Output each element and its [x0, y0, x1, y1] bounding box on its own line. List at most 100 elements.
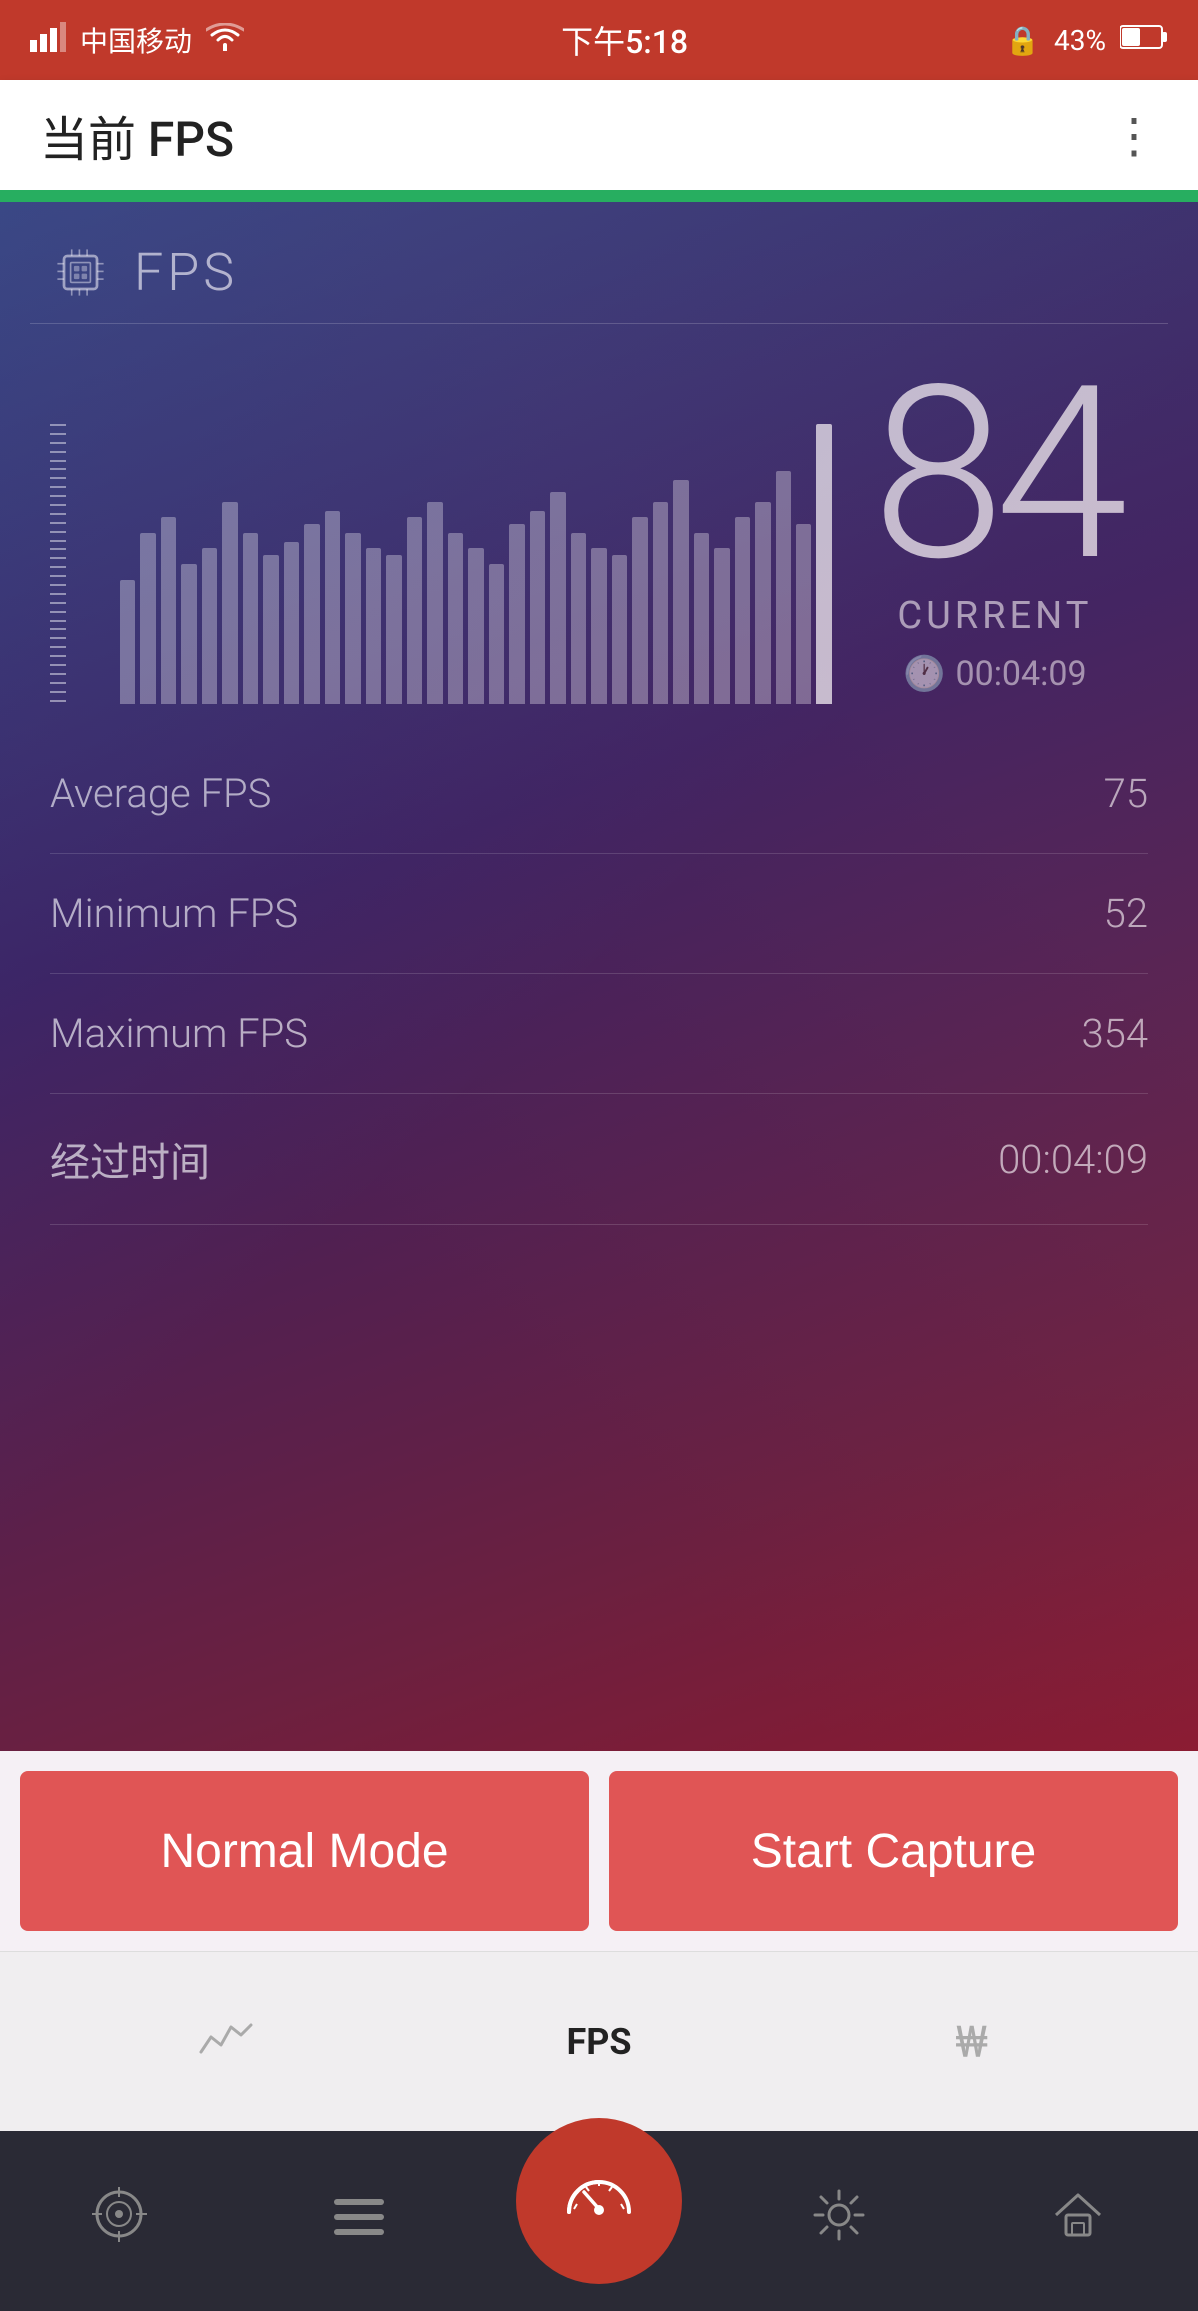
fps-bar [489, 564, 504, 704]
y-axis-tick [50, 646, 66, 648]
status-left: 中国移动 [30, 20, 244, 60]
y-axis-tick [50, 593, 66, 595]
main-content: FPS 84 CURRENT 🕐 00:04:09 Average FPS 75… [0, 202, 1198, 1751]
fps-bar [427, 502, 442, 704]
tab-w[interactable]: ₩ [785, 2016, 1158, 2068]
y-axis-tick [50, 664, 66, 666]
fps-bar [653, 502, 668, 704]
home-icon [1052, 2189, 1104, 2254]
battery-percent: 43% [1054, 24, 1106, 57]
home-nav-item[interactable] [958, 2189, 1198, 2254]
y-axis-tick [50, 548, 66, 550]
graph-icon [196, 2016, 256, 2068]
elapsed-label: 经过时间 [50, 1130, 210, 1188]
fps-bar [161, 517, 176, 704]
fps-bar [796, 524, 811, 704]
tab-bar: FPS ₩ [0, 1951, 1198, 2131]
w-icon: ₩ [955, 2016, 988, 2068]
y-axis-tick [50, 602, 66, 604]
fps-section-header: FPS [0, 202, 1198, 323]
tab-graph[interactable] [40, 2016, 413, 2068]
minimum-fps-value: 52 [1104, 890, 1148, 937]
y-axis-tick [50, 655, 66, 657]
fps-bar [530, 511, 545, 704]
average-fps-row: Average FPS 75 [50, 734, 1148, 854]
fps-bar [407, 517, 422, 704]
tab-fps[interactable]: FPS [413, 2021, 786, 2063]
fps-bar [448, 533, 463, 704]
y-axis-tick [50, 486, 66, 488]
fps-bar [386, 555, 401, 704]
y-axis-tick [50, 451, 66, 453]
fps-current-label: CURRENT [897, 594, 1092, 638]
average-fps-value: 75 [1104, 770, 1148, 817]
overflow-menu-button[interactable]: ⋮ [1110, 107, 1158, 164]
status-bar: 中国移动 下午5:18 🔒 43% [0, 0, 1198, 80]
fps-bar [571, 533, 586, 704]
list-nav-item[interactable] [240, 2191, 480, 2252]
elapsed-time-row: 经过时间 00:04:09 [50, 1094, 1148, 1225]
y-axis-tick [50, 540, 66, 542]
clock-icon: 🕐 [903, 654, 945, 694]
stats-section: Average FPS 75 Minimum FPS 52 Maximum FP… [0, 734, 1198, 1225]
fps-bar [304, 524, 319, 704]
y-axis-tick [50, 584, 66, 586]
fps-bar [632, 517, 647, 704]
fps-bar [366, 548, 381, 704]
y-axis-tick [50, 628, 66, 630]
y-axis-tick [50, 557, 66, 559]
fps-bar [120, 580, 135, 704]
settings-icon [813, 2189, 865, 2254]
normal-mode-button[interactable]: Normal Mode [20, 1771, 589, 1931]
status-time: 下午5:18 [561, 17, 688, 63]
start-capture-button[interactable]: Start Capture [609, 1771, 1178, 1931]
y-axis-tick [50, 700, 66, 702]
y-axis-tick [50, 477, 66, 479]
target-nav-item[interactable] [0, 2187, 240, 2255]
average-fps-label: Average FPS [50, 770, 271, 817]
y-axis [50, 424, 80, 704]
fps-tab-label: FPS [566, 2021, 631, 2063]
fps-bar [181, 564, 196, 704]
fps-bar [694, 533, 709, 704]
fps-bar [509, 524, 524, 704]
fps-bar [284, 542, 299, 704]
bottom-buttons: Normal Mode Start Capture [0, 1751, 1198, 1951]
chart-area: 84 CURRENT 🕐 00:04:09 [0, 324, 1198, 714]
fps-current-time: 🕐 00:04:09 [903, 654, 1086, 694]
fps-bar [714, 548, 729, 704]
y-axis-tick [50, 495, 66, 497]
maximum-fps-row: Maximum FPS 354 [50, 974, 1148, 1094]
minimum-fps-row: Minimum FPS 52 [50, 854, 1148, 974]
speedometer-button[interactable] [534, 2136, 664, 2266]
lock-icon: 🔒 [1005, 24, 1040, 57]
fps-bar [468, 548, 483, 704]
fps-header-title: FPS [134, 242, 238, 303]
y-axis-tick [50, 433, 66, 435]
speedometer-nav-item[interactable] [479, 2156, 719, 2286]
fps-current-value: 84 [872, 354, 1118, 594]
fps-bar [345, 533, 360, 704]
y-axis-tick [50, 522, 66, 524]
speedometer-icon [564, 2166, 634, 2237]
app-bar: 当前 FPS ⋮ [0, 80, 1198, 190]
y-axis-tick [50, 673, 66, 675]
settings-nav-item[interactable] [719, 2189, 959, 2254]
fps-bar [591, 548, 606, 704]
page-title: 当前 FPS [40, 100, 234, 170]
y-axis-tick [50, 620, 66, 622]
signal-icon [30, 22, 66, 59]
fps-bar [550, 492, 565, 704]
elapsed-value: 00:04:09 [998, 1136, 1148, 1183]
y-axis-tick [50, 637, 66, 639]
bottom-nav [0, 2131, 1198, 2311]
y-axis-tick [50, 691, 66, 693]
y-axis-tick [50, 442, 66, 444]
y-axis-tick [50, 566, 66, 568]
fps-bar [755, 502, 770, 704]
maximum-fps-label: Maximum FPS [50, 1010, 308, 1057]
current-fps-display: 84 CURRENT 🕐 00:04:09 [872, 354, 1148, 704]
fps-bar [140, 533, 155, 704]
fps-bar [816, 424, 831, 704]
fps-bar [243, 533, 258, 704]
